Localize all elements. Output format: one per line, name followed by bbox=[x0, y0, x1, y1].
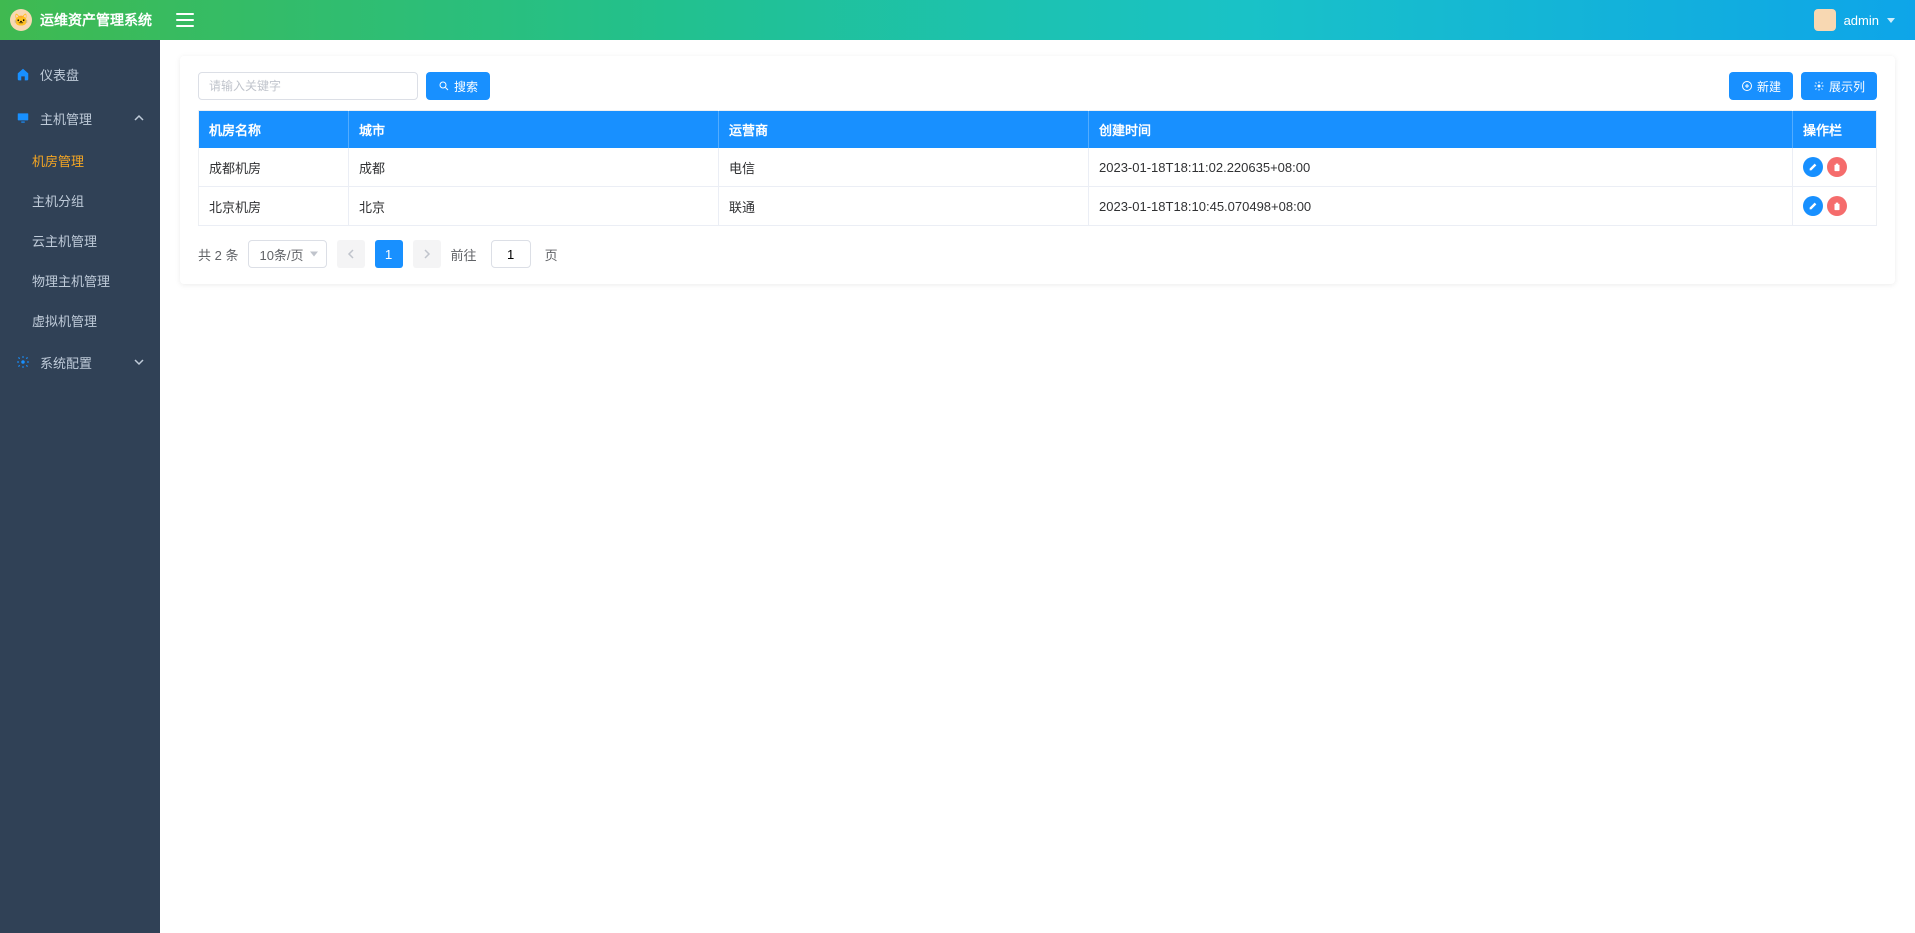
sidebar-item-label: 云主机管理 bbox=[32, 231, 97, 250]
chevron-down-icon bbox=[134, 357, 144, 367]
chevron-left-icon bbox=[347, 249, 355, 259]
cell-city: 成都 bbox=[349, 148, 719, 187]
show-columns-button[interactable]: 展示列 bbox=[1801, 72, 1877, 100]
chevron-down-icon bbox=[310, 252, 318, 257]
button-label: 搜索 bbox=[454, 78, 478, 95]
pagination-goto-suffix: 页 bbox=[545, 245, 558, 264]
pagination-total: 共 2 条 bbox=[198, 245, 238, 264]
avatar bbox=[1814, 9, 1836, 31]
page-number: 1 bbox=[385, 247, 392, 262]
edit-button[interactable] bbox=[1803, 157, 1823, 177]
app-logo-icon: 🐱 bbox=[10, 9, 32, 31]
gear-icon bbox=[1813, 80, 1825, 92]
table-row: 北京机房北京联通2023-01-18T18:10:45.070498+08:00 bbox=[199, 187, 1877, 226]
pagination-goto-prefix: 前往 bbox=[451, 245, 477, 264]
table-body: 成都机房成都电信2023-01-18T18:11:02.220635+08:00… bbox=[199, 148, 1877, 226]
cell-isp: 电信 bbox=[719, 148, 1089, 187]
monitor-icon bbox=[16, 111, 30, 125]
button-label: 展示列 bbox=[1829, 78, 1865, 95]
sidebar-item-host-group[interactable]: 主机分组 bbox=[0, 180, 160, 220]
cell-name: 成都机房 bbox=[199, 148, 349, 187]
gear-icon bbox=[16, 355, 30, 369]
edit-icon bbox=[1808, 201, 1818, 211]
main-container: 仪表盘 主机管理 机房管理 主机分组 云主机管理 物理主机管理 虚拟机管理 系统… bbox=[0, 40, 1915, 933]
table-row: 成都机房成都电信2023-01-18T18:11:02.220635+08:00 bbox=[199, 148, 1877, 187]
sidebar-item-label: 主机管理 bbox=[40, 109, 92, 128]
delete-button[interactable] bbox=[1827, 196, 1847, 216]
pagination-prev-button[interactable] bbox=[337, 240, 365, 268]
sidebar-item-label: 仪表盘 bbox=[40, 65, 79, 84]
table-header-ops: 操作栏 bbox=[1793, 111, 1877, 149]
page-size-label: 10条/页 bbox=[259, 245, 303, 264]
app-title: 运维资产管理系统 bbox=[40, 10, 152, 30]
data-table: 机房名称 城市 运营商 创建时间 操作栏 成都机房成都电信2023-01-18T… bbox=[198, 110, 1877, 226]
edit-icon bbox=[1808, 162, 1818, 172]
trash-icon bbox=[1832, 201, 1842, 211]
search-button[interactable]: 搜索 bbox=[426, 72, 490, 100]
pagination-next-button[interactable] bbox=[413, 240, 441, 268]
sidebar-item-label: 系统配置 bbox=[40, 353, 92, 372]
cell-isp: 联通 bbox=[719, 187, 1089, 226]
sidebar-item-room-mgmt[interactable]: 机房管理 bbox=[0, 140, 160, 180]
cell-created: 2023-01-18T18:10:45.070498+08:00 bbox=[1089, 187, 1793, 226]
sidebar-item-dashboard[interactable]: 仪表盘 bbox=[0, 52, 160, 96]
pagination-goto-input[interactable] bbox=[491, 240, 531, 268]
content-card: 搜索 新建 展示列 机房名称 城 bbox=[180, 56, 1895, 284]
pagination-page-1-button[interactable]: 1 bbox=[375, 240, 403, 268]
search-icon bbox=[438, 80, 450, 92]
page-size-select[interactable]: 10条/页 bbox=[248, 240, 326, 268]
logo-wrap: 🐱 运维资产管理系统 bbox=[10, 9, 176, 31]
pagination: 共 2 条 10条/页 1 前往 页 bbox=[198, 240, 1877, 268]
main-content: 搜索 新建 展示列 机房名称 城 bbox=[160, 40, 1915, 933]
sidebar-item-physical-host-mgmt[interactable]: 物理主机管理 bbox=[0, 260, 160, 300]
sidebar-item-label: 虚拟机管理 bbox=[32, 311, 97, 330]
table-header: 机房名称 城市 运营商 创建时间 操作栏 bbox=[199, 111, 1877, 149]
search-input[interactable] bbox=[198, 72, 418, 100]
table-header-created: 创建时间 bbox=[1089, 111, 1793, 149]
table-header-city: 城市 bbox=[349, 111, 719, 149]
hamburger-icon[interactable] bbox=[176, 13, 194, 27]
toolbar: 搜索 新建 展示列 bbox=[198, 72, 1877, 100]
chevron-right-icon bbox=[423, 249, 431, 259]
new-button[interactable]: 新建 bbox=[1729, 72, 1793, 100]
table-header-isp: 运营商 bbox=[719, 111, 1089, 149]
cell-created: 2023-01-18T18:11:02.220635+08:00 bbox=[1089, 148, 1793, 187]
sidebar-item-label: 物理主机管理 bbox=[32, 271, 110, 290]
cell-ops bbox=[1793, 187, 1877, 226]
delete-button[interactable] bbox=[1827, 157, 1847, 177]
button-label: 新建 bbox=[1757, 78, 1781, 95]
sidebar: 仪表盘 主机管理 机房管理 主机分组 云主机管理 物理主机管理 虚拟机管理 系统… bbox=[0, 40, 160, 933]
edit-button[interactable] bbox=[1803, 196, 1823, 216]
plus-circle-icon bbox=[1741, 80, 1753, 92]
chevron-up-icon bbox=[134, 113, 144, 123]
chevron-down-icon bbox=[1887, 18, 1895, 23]
home-icon bbox=[16, 67, 30, 81]
table-header-name: 机房名称 bbox=[199, 111, 349, 149]
cell-ops bbox=[1793, 148, 1877, 187]
user-menu[interactable]: admin bbox=[1814, 9, 1895, 31]
sidebar-item-system-config[interactable]: 系统配置 bbox=[0, 340, 160, 384]
sidebar-submenu-host: 机房管理 主机分组 云主机管理 物理主机管理 虚拟机管理 bbox=[0, 140, 160, 340]
sidebar-item-vm-mgmt[interactable]: 虚拟机管理 bbox=[0, 300, 160, 340]
username: admin bbox=[1844, 13, 1879, 28]
sidebar-item-host-mgmt[interactable]: 主机管理 bbox=[0, 96, 160, 140]
sidebar-item-cloud-host-mgmt[interactable]: 云主机管理 bbox=[0, 220, 160, 260]
sidebar-item-label: 机房管理 bbox=[32, 151, 84, 170]
cell-name: 北京机房 bbox=[199, 187, 349, 226]
trash-icon bbox=[1832, 162, 1842, 172]
cell-city: 北京 bbox=[349, 187, 719, 226]
sidebar-item-label: 主机分组 bbox=[32, 191, 84, 210]
app-header: 🐱 运维资产管理系统 admin bbox=[0, 0, 1915, 40]
